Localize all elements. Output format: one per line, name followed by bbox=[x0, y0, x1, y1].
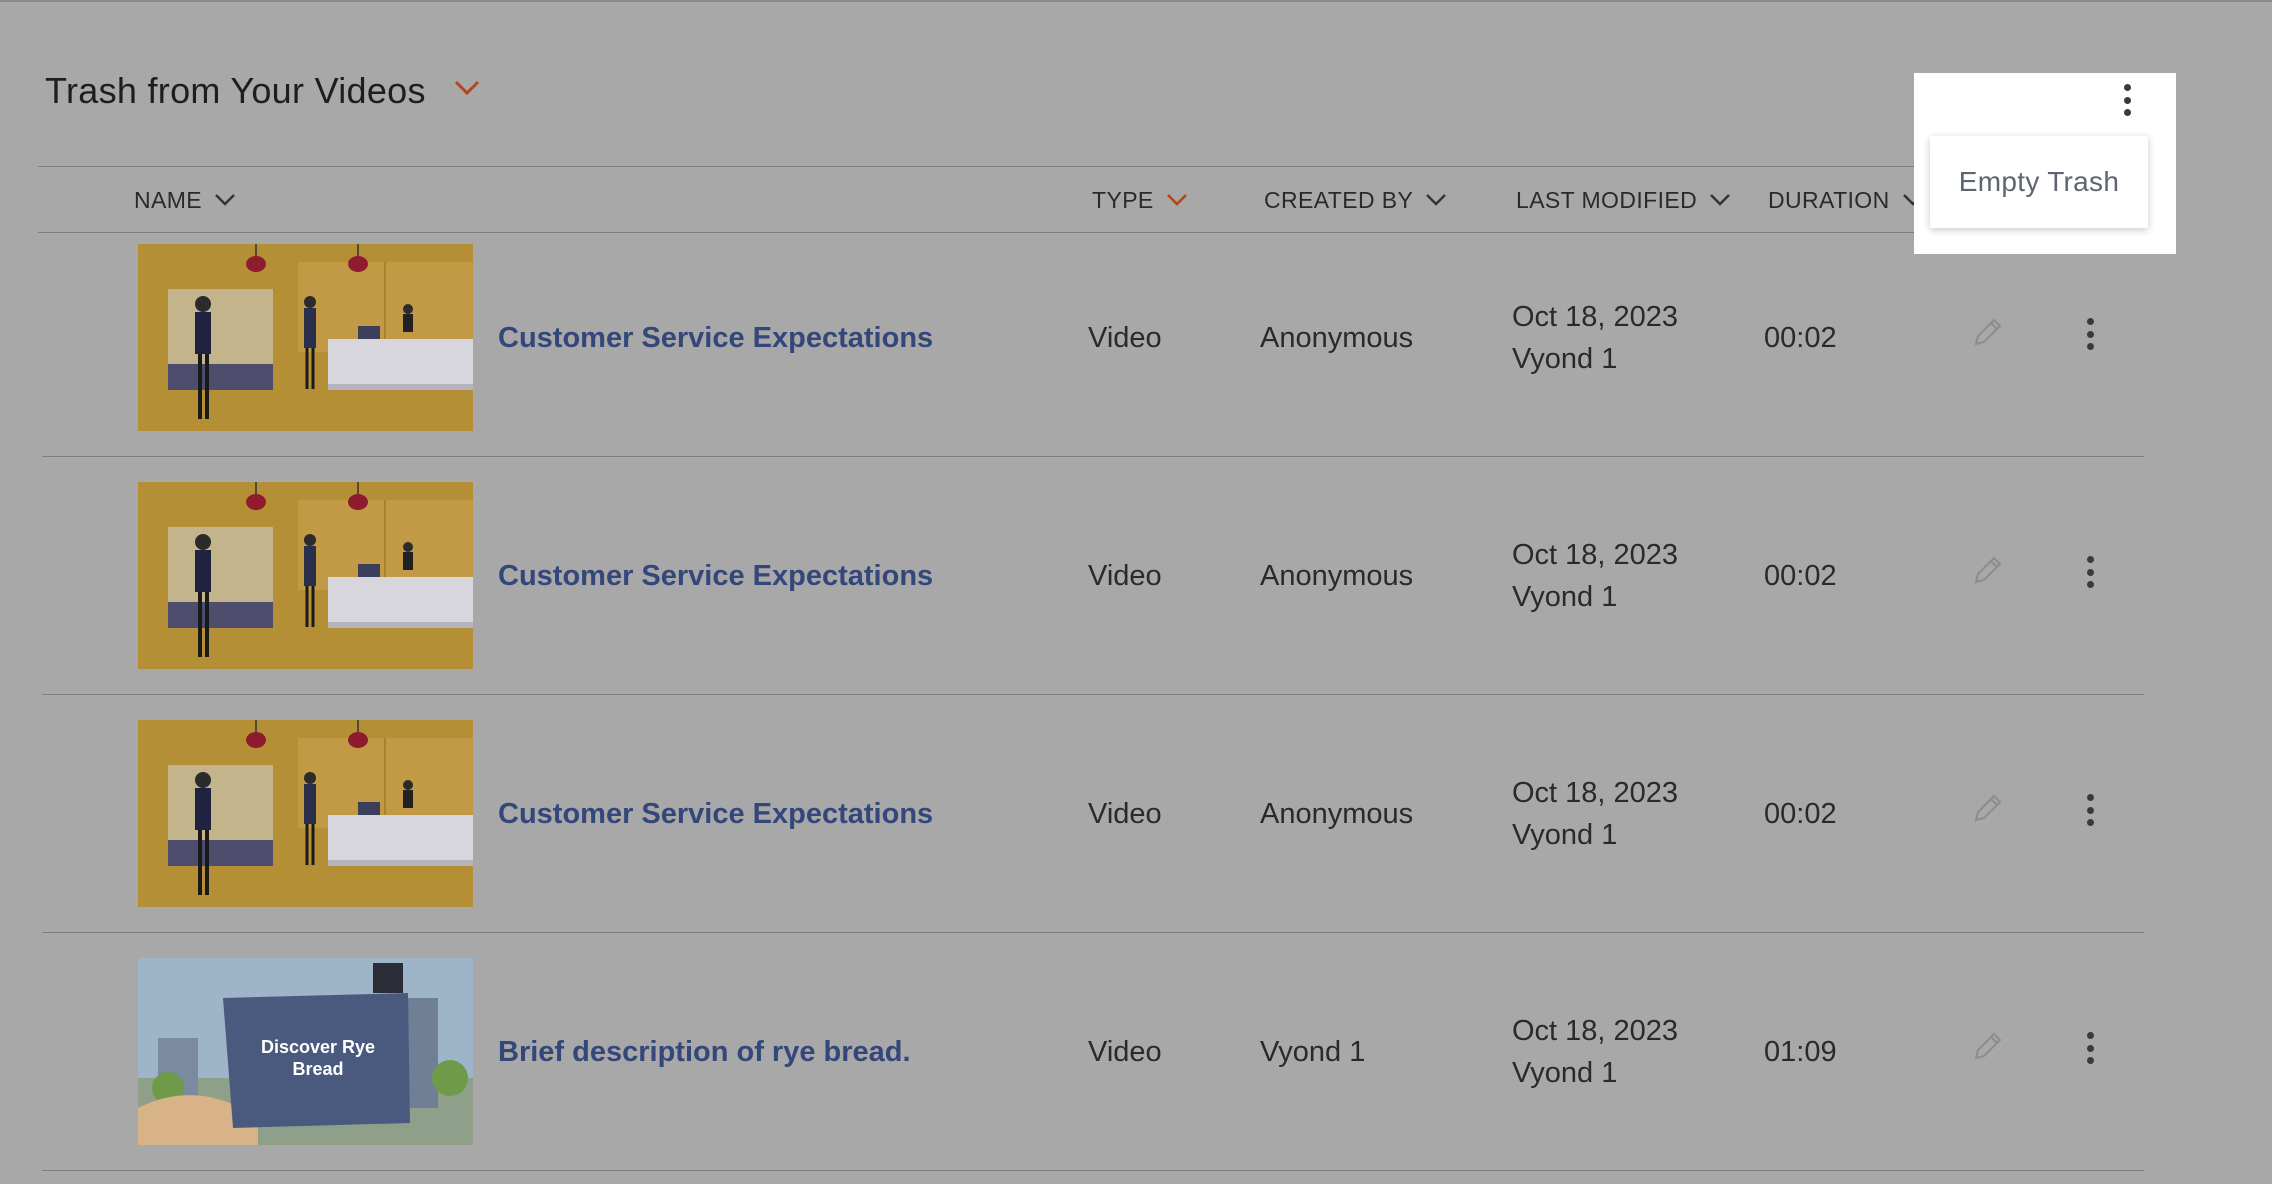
row-divider bbox=[42, 1170, 2144, 1171]
duration-cell: 01:09 bbox=[1764, 1036, 1837, 1068]
created-by-cell: Anonymous bbox=[1260, 322, 1414, 354]
modified-by: Vyond 1 bbox=[1512, 343, 1618, 375]
more-options-icon[interactable] bbox=[2075, 790, 2105, 830]
video-thumbnail[interactable]: Discover Rye Bread bbox=[138, 958, 473, 1145]
pencil-icon[interactable] bbox=[1970, 554, 2004, 588]
column-header-label: DURATION bbox=[1768, 186, 1890, 213]
chevron-down-icon bbox=[1166, 194, 1187, 206]
video-name-link[interactable]: Customer Service Expectations bbox=[498, 322, 933, 355]
duration-cell: 00:02 bbox=[1764, 560, 1837, 592]
bakery-scene-image bbox=[138, 244, 473, 431]
rye-card-scene-image: Discover Rye Bread bbox=[138, 958, 473, 1145]
options-dropdown-menu: Empty Trash bbox=[1930, 136, 2148, 228]
video-name-link[interactable]: Customer Service Expectations bbox=[498, 560, 933, 593]
duration-cell: 00:02 bbox=[1764, 798, 1837, 830]
empty-trash-menu-item[interactable]: Empty Trash bbox=[1959, 166, 2119, 198]
row-divider bbox=[42, 694, 2144, 695]
table-row[interactable]: Customer Service Expectations Video Anon… bbox=[0, 470, 2272, 708]
created-by-cell: Anonymous bbox=[1260, 798, 1414, 830]
pencil-icon[interactable] bbox=[1970, 1030, 2004, 1064]
page-header: Trash from Your Videos bbox=[45, 70, 480, 112]
column-header-last-modified[interactable]: LAST MODIFIED bbox=[1516, 168, 1731, 232]
more-options-icon[interactable] bbox=[2075, 1028, 2105, 1068]
row-divider bbox=[42, 456, 2144, 457]
modified-date: Oct 18, 2023 bbox=[1512, 777, 1679, 809]
type-cell: Video bbox=[1088, 798, 1162, 830]
more-options-icon[interactable] bbox=[2075, 314, 2105, 354]
video-name-link[interactable]: Brief description of rye bread. bbox=[498, 1036, 911, 1069]
column-header-type[interactable]: TYPE bbox=[1092, 168, 1188, 232]
created-by-cell: Vyond 1 bbox=[1260, 1036, 1366, 1068]
column-header-label: LAST MODIFIED bbox=[1516, 186, 1698, 213]
chevron-down-icon[interactable] bbox=[454, 80, 480, 96]
modified-by: Vyond 1 bbox=[1512, 1057, 1618, 1089]
duration-cell: 00:02 bbox=[1764, 322, 1837, 354]
bakery-scene-image bbox=[138, 482, 473, 669]
more-options-icon[interactable] bbox=[2075, 552, 2105, 592]
modified-date: Oct 18, 2023 bbox=[1512, 539, 1679, 571]
created-by-cell: Anonymous bbox=[1260, 560, 1414, 592]
top-divider bbox=[0, 0, 2272, 2]
pencil-icon[interactable] bbox=[1970, 316, 2004, 350]
more-options-icon[interactable] bbox=[2112, 82, 2142, 118]
bakery-scene-image bbox=[138, 720, 473, 907]
video-thumbnail[interactable] bbox=[138, 244, 473, 431]
modified-by: Vyond 1 bbox=[1512, 819, 1618, 851]
page-title: Trash from Your Videos bbox=[45, 70, 426, 111]
column-header-created-by[interactable]: CREATED BY bbox=[1264, 168, 1447, 232]
modified-by: Vyond 1 bbox=[1512, 581, 1618, 613]
column-header-label: CREATED BY bbox=[1264, 186, 1414, 213]
type-cell: Video bbox=[1088, 560, 1162, 592]
table-row[interactable]: Customer Service Expectations Video Anon… bbox=[0, 708, 2272, 946]
type-cell: Video bbox=[1088, 322, 1162, 354]
modified-date: Oct 18, 2023 bbox=[1512, 1015, 1679, 1047]
column-header-duration[interactable]: DURATION bbox=[1768, 168, 1924, 232]
row-divider bbox=[42, 932, 2144, 933]
table-row[interactable]: Customer Service Expectations Video Anon… bbox=[0, 232, 2272, 470]
modified-date: Oct 18, 2023 bbox=[1512, 301, 1679, 333]
column-header-label: NAME bbox=[134, 186, 203, 213]
type-cell: Video bbox=[1088, 1036, 1162, 1068]
last-modified-cell: Oct 18, 2023 Vyond 1 bbox=[1512, 1010, 1678, 1094]
video-thumbnail[interactable] bbox=[138, 482, 473, 669]
column-header-name[interactable]: NAME bbox=[134, 168, 236, 232]
chevron-down-icon bbox=[1710, 194, 1730, 206]
last-modified-cell: Oct 18, 2023 Vyond 1 bbox=[1512, 534, 1678, 618]
column-header-label: TYPE bbox=[1092, 186, 1154, 213]
last-modified-cell: Oct 18, 2023 Vyond 1 bbox=[1512, 772, 1678, 856]
chevron-down-icon bbox=[215, 194, 235, 206]
table-row[interactable]: Discover Rye Bread Brief description of r… bbox=[0, 946, 2272, 1184]
last-modified-cell: Oct 18, 2023 Vyond 1 bbox=[1512, 296, 1678, 380]
video-thumbnail[interactable] bbox=[138, 720, 473, 907]
video-name-link[interactable]: Customer Service Expectations bbox=[498, 798, 933, 831]
header-top-divider bbox=[38, 166, 2148, 167]
pencil-icon[interactable] bbox=[1970, 792, 2004, 826]
chevron-down-icon bbox=[1426, 194, 1447, 206]
